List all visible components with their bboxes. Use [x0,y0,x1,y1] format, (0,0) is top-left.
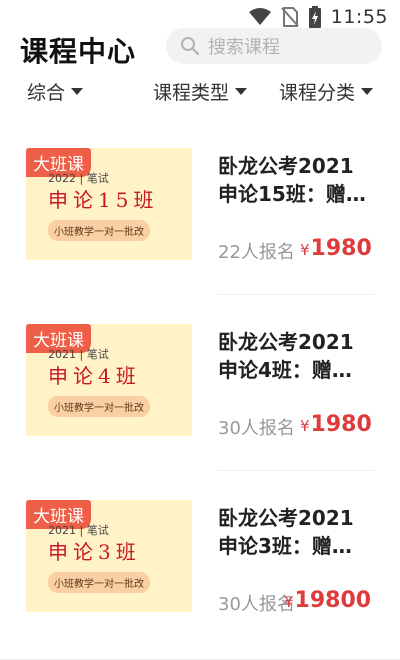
course-thumbnail: 大班课 2021 | 笔试 申论3班 小班教学一对一批改 [26,500,192,612]
course-thumbnail: 大班课 2022 | 笔试 申论15班 小班教学一对一批改 [26,148,192,260]
course-title-line: 申论3班：赠… [218,534,352,558]
course-price: ¥1980 [300,236,372,261]
course-title-line: 卧龙公考2021 [218,154,354,178]
course-title-line: 申论4班：赠… [218,358,352,382]
no-sim-icon [280,7,299,27]
course-title-line: 申论15班：赠… [218,182,366,206]
course-card[interactable]: 大班课 2021 | 笔试 申论4班 小班教学一对一批改 卧龙公考2021 申论… [0,296,400,471]
wifi-icon [248,8,271,25]
course-thumbnail: 大班课 2021 | 笔试 申论4班 小班教学一对一批改 [26,324,192,436]
price-value: 1980 [310,236,372,261]
thumb-course-name: 申论4班 [48,364,141,388]
thumb-slogan: 小班教学一对一批改 [48,220,150,241]
thumb-course-name: 申论15班 [48,188,159,212]
filter-label: 课程类型 [153,82,230,104]
course-title-line: 卧龙公考2021 [218,330,354,354]
enrollment-count: 30人报名 [218,418,295,439]
course-title: 卧龙公考2021 申论4班：赠… [218,328,378,384]
status-time: 11:55 [330,6,388,28]
filter-course-type[interactable]: 课程类型 [153,78,248,105]
course-title: 卧龙公考2021 申论15班：赠… [218,152,378,208]
search-icon [181,37,200,56]
course-price: ¥1980 [300,412,372,437]
caret-down-icon [235,88,248,95]
header: 课程中心 搜索课程 [0,26,400,70]
thumb-slogan: 小班教学一对一批改 [48,572,150,593]
caret-down-icon [71,88,84,95]
course-card[interactable]: 大班课 2022 | 笔试 申论15班 小班教学一对一批改 卧龙公考2021 申… [0,120,400,295]
filter-comprehensive[interactable]: 综合 [27,78,84,105]
page-title: 课程中心 [20,35,137,68]
divider [218,470,374,471]
search-placeholder: 搜索课程 [208,37,280,58]
filter-label: 课程分类 [279,82,356,104]
filter-label: 综合 [27,82,66,104]
course-title-line: 卧龙公考2021 [218,506,354,530]
course-card[interactable]: 大班课 2021 | 笔试 申论3班 小班教学一对一批改 卧龙公考2021 申论… [0,472,400,647]
filter-course-category[interactable]: 课程分类 [279,78,374,105]
enrollment-count: 22人报名 [218,242,295,263]
status-icons: 11:55 [248,6,388,28]
currency-symbol: ¥ [300,417,310,435]
price-value: 19800 [294,588,372,613]
currency-symbol: ¥ [284,593,294,611]
currency-symbol: ¥ [300,241,310,259]
search-input[interactable]: 搜索课程 [166,28,382,64]
filter-bar: 综合 课程类型 课程分类 [0,78,400,110]
course-title: 卧龙公考2021 申论3班：赠… [218,504,378,560]
course-price: ¥19800 [284,588,371,613]
thumb-slogan: 小班教学一对一批改 [48,396,150,417]
price-value: 1980 [310,412,372,437]
caret-down-icon [361,88,374,95]
thumb-course-name: 申论3班 [48,540,141,564]
divider [218,294,374,295]
battery-charging-icon [308,6,321,28]
